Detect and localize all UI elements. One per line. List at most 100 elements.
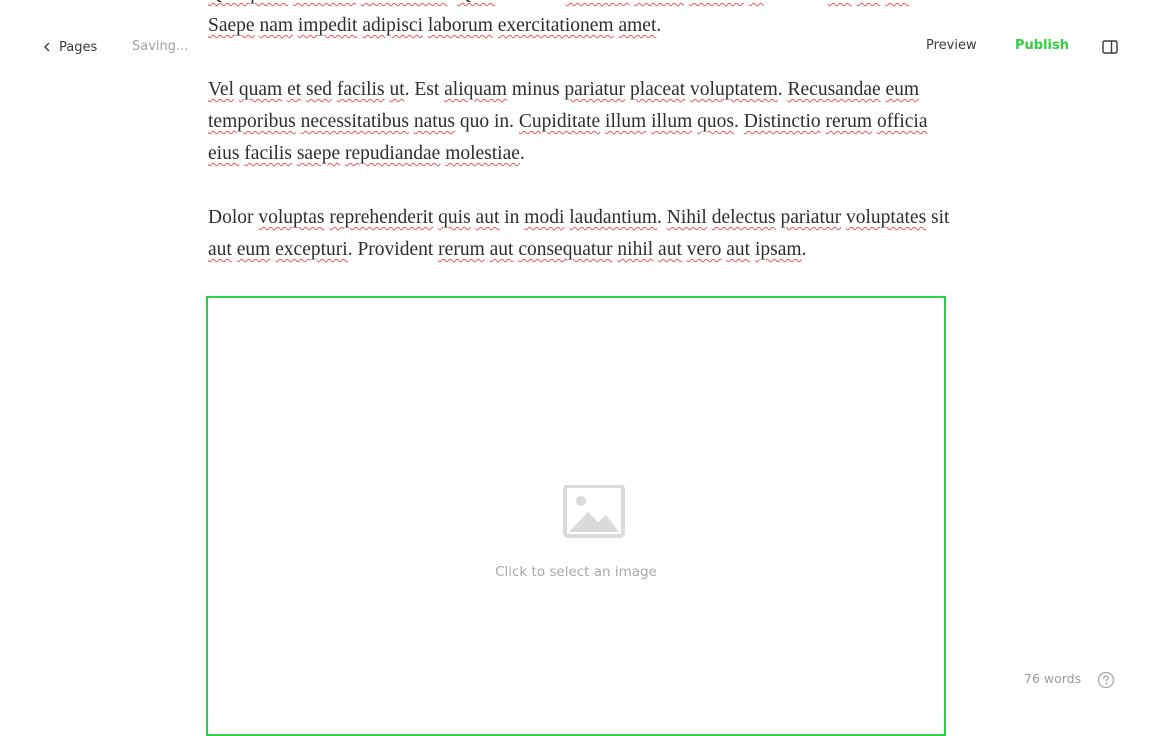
- misspelled-word: delectus: [711, 207, 776, 228]
- misspelled-word: molestiae: [445, 143, 520, 164]
- misspelled-word: rerum: [825, 111, 873, 132]
- help-circle-icon: [1097, 671, 1115, 689]
- misspelled-word: Cupiditate: [518, 111, 601, 132]
- misspelled-word: aut: [857, 0, 881, 4]
- misspelled-word: Distinctio: [743, 111, 821, 132]
- misspelled-word: aut: [658, 239, 682, 260]
- misspelled-word: adipisci: [362, 15, 423, 36]
- image-caption: Click to select an image: [495, 564, 657, 580]
- text-run: dictum: [764, 0, 828, 4]
- word-count: 76 words: [1024, 671, 1082, 686]
- misspelled-word: aut: [726, 239, 751, 260]
- text-run: nihilum: [495, 0, 565, 4]
- misspelled-word: voluptas: [258, 207, 325, 228]
- misspelled-word: officiis: [689, 0, 744, 4]
- misspelled-word: nostrum: [565, 0, 629, 4]
- misspelled-word: aut: [208, 239, 232, 260]
- misspelled-word: modi: [524, 207, 565, 228]
- text-run: .: [733, 111, 744, 132]
- misspelled-word: eum: [885, 79, 920, 100]
- misspelled-word: Quia: [457, 0, 495, 4]
- misspelled-word: pariatur: [780, 207, 842, 228]
- misspelled-word: facilis: [244, 143, 292, 164]
- text-run: .: [777, 79, 788, 100]
- text-run: sit: [926, 207, 950, 228]
- misspelled-word: impedit: [297, 15, 358, 36]
- misspelled-word: Vel: [208, 79, 234, 100]
- misspelled-word: saepe: [296, 143, 341, 164]
- misspelled-word: illum: [651, 111, 693, 132]
- misspelled-word: aut: [489, 239, 514, 260]
- misspelled-word: Quisquam: [208, 0, 288, 4]
- sidebar-toggle-icon: [1102, 40, 1118, 54]
- misspelled-word: eius: [208, 143, 240, 164]
- misspelled-word: Nihil: [666, 207, 707, 228]
- misspelled-word: pariatur: [564, 79, 626, 100]
- text-run: .: [447, 0, 457, 4]
- misspelled-word: aut: [475, 207, 500, 228]
- text-run: quo in.: [454, 111, 519, 132]
- misspelled-word: amet: [618, 15, 657, 36]
- misspelled-word: nihil: [617, 239, 654, 260]
- misspelled-word: vero: [686, 239, 722, 260]
- misspelled-word: aut: [828, 0, 852, 4]
- misspelled-word: quis: [438, 207, 471, 228]
- editor-paragraph[interactable]: Dolor voluptas reprehenderit quis aut in…: [208, 202, 956, 266]
- help-button[interactable]: [1097, 671, 1115, 689]
- misspelled-word: veritatis: [293, 0, 356, 4]
- misspelled-word: ut: [749, 0, 764, 4]
- post-editor[interactable]: Quisquam veritatis recusandae. Quia nihi…: [208, 0, 956, 298]
- back-label: Pages: [59, 39, 98, 55]
- misspelled-word: Recusandae: [787, 79, 881, 100]
- image-upload-card[interactable]: Click to select an image: [206, 296, 946, 736]
- back-to-pages-link[interactable]: Pages: [41, 38, 97, 56]
- misspelled-word: laborum: [427, 15, 493, 36]
- text-run: in: [499, 207, 525, 228]
- text-run: Dolor: [208, 207, 259, 228]
- text-run: . Est: [404, 79, 445, 100]
- editor-paragraph[interactable]: Vel quam et sed facilis ut. Est aliquam …: [208, 74, 956, 170]
- misspelled-word: aliquam: [444, 79, 507, 100]
- misspelled-word: rerum: [438, 239, 485, 260]
- chevron-left-icon: [44, 42, 50, 52]
- text-run: . Provident: [347, 239, 439, 260]
- misspelled-word: ut: [389, 79, 405, 100]
- misspelled-word: et: [287, 79, 302, 100]
- misspelled-word: aut: [885, 0, 909, 4]
- text-run: .: [656, 15, 662, 36]
- misspelled-word: facilis: [336, 79, 385, 100]
- misspelled-word: voluptates: [846, 207, 927, 228]
- misspelled-word: quam: [238, 79, 283, 100]
- misspelled-word: necessitatibus: [300, 111, 409, 132]
- misspelled-word: laudantium: [569, 207, 657, 228]
- misspelled-word: temporibus: [208, 111, 296, 132]
- publish-button[interactable]: Publish: [1015, 38, 1069, 53]
- misspelled-word: exercitationem: [497, 15, 614, 36]
- misspelled-word: placeat: [629, 79, 686, 100]
- misspelled-word: consequatur: [518, 239, 613, 260]
- text-run: .: [519, 143, 525, 164]
- misspelled-word: natus: [413, 111, 455, 132]
- settings-panel-toggle[interactable]: [1100, 38, 1120, 56]
- misspelled-word: eum: [236, 239, 271, 260]
- misspelled-word: sed: [306, 79, 333, 100]
- text-run: .: [909, 0, 914, 4]
- misspelled-word: Saepe: [208, 15, 255, 36]
- save-status: Saving...: [132, 39, 189, 54]
- text-run: .: [657, 207, 667, 228]
- misspelled-word: recusandae: [361, 0, 448, 4]
- text-run: minus: [506, 79, 565, 100]
- misspelled-word: voluptatem: [690, 79, 778, 100]
- image-placeholder-icon: [563, 485, 625, 538]
- misspelled-word: dolore: [634, 0, 684, 4]
- text-run: .: [801, 239, 807, 260]
- misspelled-word: nam: [259, 15, 294, 36]
- misspelled-word: reprehenderit: [329, 207, 434, 228]
- misspelled-word: quos: [697, 111, 734, 132]
- misspelled-word: repudiandae: [345, 143, 441, 164]
- misspelled-word: illum: [605, 111, 647, 132]
- editor-paragraph[interactable]: Quisquam veritatis recusandae. Quia nihi…: [208, 0, 956, 42]
- misspelled-word: ipsam: [754, 239, 802, 260]
- misspelled-word: officia: [876, 111, 928, 132]
- misspelled-word: excepturi: [275, 239, 348, 260]
